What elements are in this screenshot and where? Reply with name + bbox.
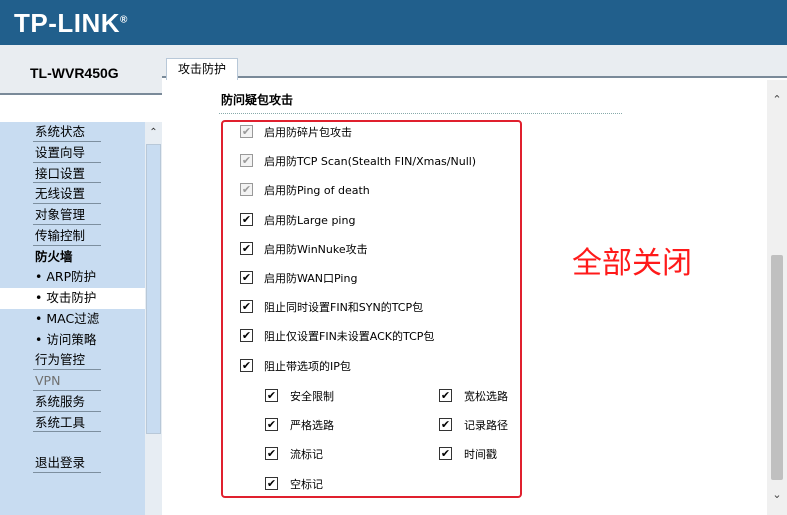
sidebar-item-underline xyxy=(33,472,101,473)
sidebar-item[interactable]: VPN xyxy=(0,371,145,392)
sidebar-item[interactable]: • 访问策略 xyxy=(0,330,145,351)
model-name: TL-WVR450G xyxy=(30,65,119,81)
sidebar-item[interactable]: 系统工具 xyxy=(0,413,145,434)
option-checkbox: ✔ xyxy=(240,183,253,197)
ip-option-label: 流标记 xyxy=(290,448,323,462)
sidebar-item-underline xyxy=(33,161,101,163)
sidebar-item-label: 接口设置 xyxy=(35,165,86,181)
ip-option-checkbox[interactable]: ✔ xyxy=(265,447,278,461)
sidebar-item-underline xyxy=(33,140,101,142)
option-label: 阻止仅设置FIN未设置ACK的TCP包 xyxy=(264,330,435,344)
option-label: 启用防TCP Scan(Stealth FIN/Xmas/Null) xyxy=(264,155,477,169)
scroll-up-icon[interactable]: ⌃ xyxy=(767,90,787,110)
model-bar: TL-WVR450G xyxy=(0,45,162,95)
sidebar-item-label: 对象管理 xyxy=(35,207,86,222)
left-panel: TL-WVR450G 系统状态设置向导接口设置无线设置对象管理传输控制防火墙 • … xyxy=(0,45,162,515)
ip-option-label: 记录路径 xyxy=(464,419,508,433)
sidebar-item-label: 传输控制 xyxy=(35,227,86,243)
option-label: 启用防碎片包攻击 xyxy=(264,126,352,139)
sidebar-item-underline xyxy=(33,389,101,391)
sidebar-item-label: 退出登录 xyxy=(35,455,86,471)
ip-option-checkbox[interactable]: ✔ xyxy=(439,389,452,402)
sidebar-item[interactable]: 系统服务 xyxy=(0,392,145,413)
option-checkbox: ✔ xyxy=(240,154,253,168)
content-scroll-thumb[interactable] xyxy=(771,255,783,480)
sidebar-item[interactable]: 无线设置 xyxy=(0,184,145,205)
section-title: 防问疑包攻击 xyxy=(221,93,294,107)
sidebar-item[interactable]: • 攻击防护 xyxy=(0,288,145,309)
option-label: 启用防Ping of death xyxy=(264,184,370,198)
sidebar-item-underline xyxy=(33,369,101,370)
option-checkbox[interactable]: ✔ xyxy=(240,241,253,255)
sidebar-item[interactable]: 对象管理 xyxy=(0,205,145,226)
option-checkbox[interactable]: ✔ xyxy=(240,212,253,226)
sidebar-menu: 系统状态设置向导接口设置无线设置对象管理传输控制防火墙 • ARP防护 • 攻击防护… xyxy=(0,122,162,515)
option-label: 启用防Large ping xyxy=(264,213,356,227)
main-content: 防问疑包攻击 ✔ 启用防碎片包攻击 ✔ 启用防TCP Scan(Stealth FIN… xyxy=(162,80,787,515)
sidebar-item[interactable]: • ARP防护 xyxy=(0,267,145,288)
option-checkbox[interactable]: ✔ xyxy=(240,300,253,314)
ip-option-checkbox[interactable]: ✔ xyxy=(439,418,452,432)
sidebar-item-label: • 访问策略 xyxy=(35,331,97,347)
option-checkbox[interactable]: ✔ xyxy=(240,329,253,343)
option-label: 阻止同时设置FIN和SYN的TCP包 xyxy=(264,301,424,315)
sidebar-item-label: • ARP防护 xyxy=(35,269,97,285)
scroll-down-icon[interactable]: ⌄ xyxy=(767,485,787,505)
option-checkbox: ✔ xyxy=(240,125,253,138)
sidebar-item-label: 无线设置 xyxy=(35,186,86,202)
ip-option-label: 空标记 xyxy=(290,477,323,491)
ip-option-label: 严格选路 xyxy=(290,419,334,433)
ip-option-label: 时间戳 xyxy=(464,448,497,462)
sidebar-item-label: 系统服务 xyxy=(35,393,86,409)
sidebar-menu-list: 系统状态设置向导接口设置无线设置对象管理传输控制防火墙 • ARP防护 • 攻击防护… xyxy=(0,122,145,474)
sidebar-item[interactable]: 传输控制 xyxy=(0,226,145,247)
sidebar-item-underline xyxy=(33,223,101,225)
tab-attack-protection[interactable]: 攻击防护 xyxy=(166,58,238,80)
annotation-text: 全部关闭 xyxy=(572,246,692,281)
sidebar-item[interactable]: 接口设置 xyxy=(0,164,145,185)
tab-bar: 攻击防护 xyxy=(162,45,787,80)
menu-spacer xyxy=(0,433,145,453)
sidebar-item-label: • MAC过滤 xyxy=(35,310,100,326)
option-checkbox[interactable]: ✔ xyxy=(240,358,253,372)
ip-option-checkbox[interactable]: ✔ xyxy=(265,476,278,490)
sidebar-item-underline xyxy=(33,244,101,246)
sidebar-scrollbar[interactable]: ⌃ ⌄ xyxy=(145,122,162,515)
top-header: TP-LINK® xyxy=(0,0,787,45)
sidebar-item[interactable]: 退出登录 xyxy=(0,453,145,474)
option-label: 阻止带选项的IP包 xyxy=(264,359,351,373)
sidebar-item-underline xyxy=(33,410,101,412)
sidebar-item-label: VPN xyxy=(35,373,61,388)
sidebar-item-label: 设置向导 xyxy=(35,144,86,160)
content-scrollbar[interactable]: ⌃ ⌄ xyxy=(767,80,787,515)
ip-option-checkbox[interactable]: ✔ xyxy=(439,447,452,461)
sidebar-item[interactable]: 行为管控 xyxy=(0,350,145,371)
sidebar-item-label: • 攻击防护 xyxy=(35,290,97,305)
option-checkbox[interactable]: ✔ xyxy=(240,271,253,284)
sidebar-section[interactable]: 防火墙 xyxy=(0,247,145,268)
ip-option-checkbox[interactable]: ✔ xyxy=(265,418,278,432)
option-label: 启用防WinNuke攻击 xyxy=(264,242,368,256)
sidebar-item[interactable]: • MAC过滤 xyxy=(0,309,145,330)
sidebar-item-label: 防火墙 xyxy=(35,248,73,264)
sidebar-item-label: 系统工具 xyxy=(35,414,86,430)
ip-option-checkbox[interactable]: ✔ xyxy=(265,389,278,402)
scroll-up-icon[interactable]: ⌃ xyxy=(145,124,162,141)
sidebar-item[interactable]: 系统状态 xyxy=(0,122,145,143)
sidebar-item-underline xyxy=(33,203,101,204)
sidebar-item[interactable]: 设置向导 xyxy=(0,143,145,164)
sidebar-item-label: 系统状态 xyxy=(35,124,86,139)
sidebar-item-underline xyxy=(33,431,101,433)
sidebar-item-label: 行为管控 xyxy=(35,352,86,368)
ip-option-label: 宽松选路 xyxy=(464,390,508,403)
ip-option-label: 安全限制 xyxy=(290,390,334,403)
option-label: 启用防WAN口Ping xyxy=(264,272,358,285)
tp-link-logo: TP-LINK® xyxy=(14,8,128,38)
section-divider xyxy=(219,113,622,114)
sidebar-item-underline xyxy=(33,182,101,184)
sidebar-scroll-thumb[interactable] xyxy=(146,144,161,434)
